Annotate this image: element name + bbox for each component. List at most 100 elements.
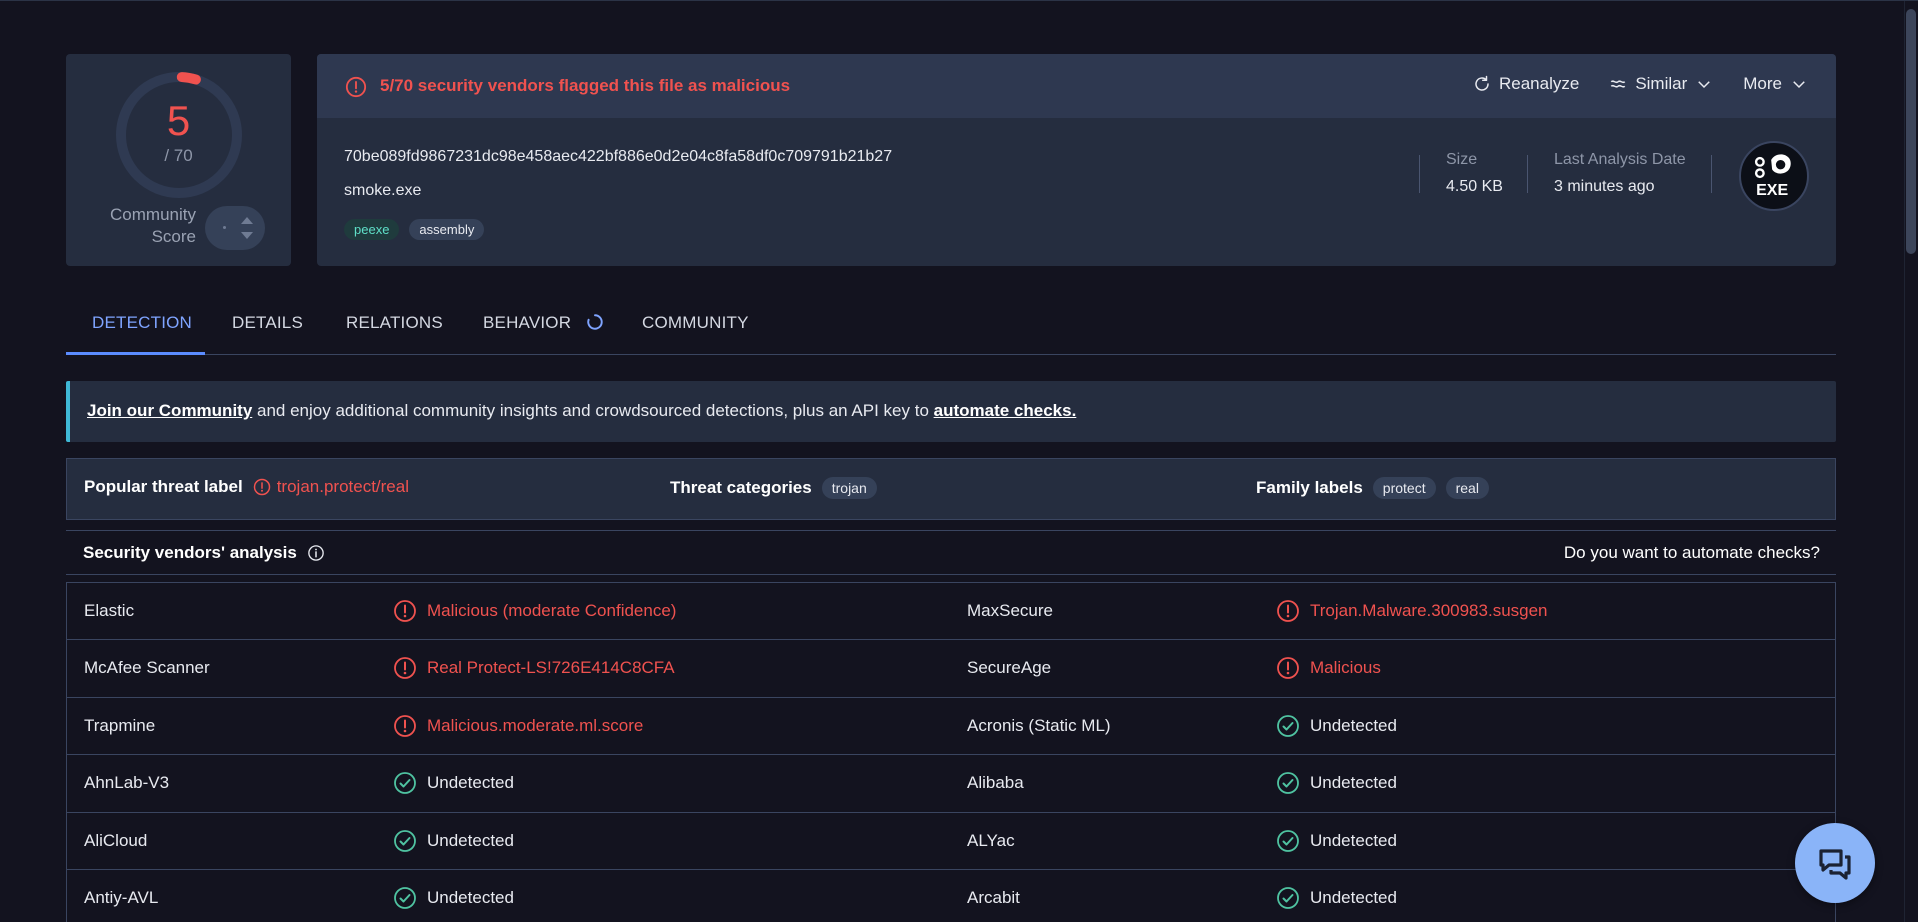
popular-threat-label: Popular threat label (84, 477, 243, 496)
vendor-result-text: Undetected (1310, 715, 1397, 735)
report-tabs: DETECTION DETAILS RELATIONS BEHAVIOR COM… (66, 301, 1836, 355)
alert-circle-icon (1277, 600, 1299, 622)
vendor-name: McAfee Scanner (84, 658, 210, 678)
detection-count: 5 (166, 97, 191, 144)
community-vote-control[interactable] (205, 206, 265, 250)
family-labels-label: Family labels (1256, 478, 1363, 497)
vendor-result-undetected: Undetected (1276, 771, 1397, 795)
vote-down-icon[interactable] (241, 232, 253, 239)
divider (1527, 155, 1528, 193)
alert-circle-icon (253, 478, 270, 496)
automate-checks-link[interactable]: automate checks. (934, 401, 1077, 420)
category-chip[interactable]: trojan (821, 477, 877, 499)
alert-circle-icon (345, 76, 367, 98)
vendor-result-undetected: Undetected (393, 829, 514, 853)
vendors-title: Security vendors' analysis (83, 543, 325, 563)
similar-icon (1611, 80, 1626, 88)
alert-message: 5/70 security vendors flagged this file … (380, 76, 791, 95)
family-chip[interactable]: protect (1372, 477, 1436, 499)
reanalyze-button[interactable]: Reanalyze (1473, 74, 1579, 94)
header-actions: Reanalyze Similar More (1473, 74, 1808, 94)
vendor-result-malicious: Trojan.Malware.300983.susgen (1276, 599, 1548, 623)
vendor-result-malicious: Malicious.moderate.ml.score (393, 714, 643, 738)
family-chip[interactable]: real (1445, 477, 1489, 499)
divider (1419, 155, 1420, 193)
join-community-link[interactable]: Join our Community (87, 401, 252, 420)
vendor-result-text: Malicious (1310, 658, 1381, 678)
vendor-result-undetected: Undetected (1276, 714, 1397, 738)
loading-spinner-icon (587, 314, 603, 330)
vote-up-icon[interactable] (241, 217, 253, 224)
vendor-name: Alibaba (967, 773, 1024, 793)
chevron-down-icon (1698, 81, 1711, 89)
vendor-name: Elastic (84, 601, 135, 620)
chevron-down-icon (1793, 81, 1805, 89)
check-circle-icon (394, 829, 416, 852)
vendor-row: Antiy-AVL Undetected Arcabit Undetected (67, 870, 1835, 922)
tab-behavior[interactable]: BEHAVIOR (483, 313, 604, 333)
vendor-result-text: Trojan.Malware.300983.susgen (1310, 601, 1548, 620)
file-summary-card: 5/70 security vendors flagged this file … (317, 54, 1836, 266)
size-label: Size (1446, 151, 1478, 168)
file-type-exe-icon: EXE (1739, 141, 1809, 211)
alert-header: 5/70 security vendors flagged this file … (317, 54, 1836, 118)
check-circle-icon (394, 887, 416, 909)
popular-threat-value[interactable]: trojan.protect/real (253, 477, 409, 497)
detection-score-card: 5 / 70 Community Score (66, 54, 291, 266)
threat-categories-group: Threat categories trojan (670, 477, 877, 499)
vendor-result-undetected: Undetected (1276, 886, 1397, 910)
vendor-name: AhnLab-V3 (84, 773, 170, 793)
vendors-header: Security vendors' analysis Do you want t… (66, 530, 1836, 575)
vendor-result-text: Undetected (1310, 830, 1397, 850)
vendor-row: Trapmine Malicious.moderate.ml.score Acron… (67, 698, 1835, 756)
scrollbar-thumb[interactable] (1906, 9, 1916, 254)
similar-dropdown[interactable]: Similar (1609, 74, 1713, 94)
tab-relations[interactable]: RELATIONS (346, 313, 443, 333)
info-icon[interactable] (307, 544, 325, 562)
last-analysis-label: Last Analysis Date (1554, 151, 1686, 168)
page-scrollbar[interactable] (1904, 1, 1918, 922)
refresh-icon (1475, 75, 1489, 91)
alert-circle-icon (1277, 657, 1299, 680)
file-hash[interactable]: 70be089fd9867231dc98e458aec422bf886e0d2e… (344, 148, 892, 166)
active-tab-indicator (66, 352, 205, 355)
vendor-row: Elastic Malicious (moderate Confidence) Ma… (67, 583, 1835, 641)
tab-community[interactable]: COMMUNITY (642, 313, 749, 333)
vote-value-icon (223, 226, 226, 229)
check-circle-icon (1277, 772, 1299, 795)
vendor-result-undetected: Undetected (1276, 829, 1397, 853)
vendor-name: Acronis (Static ML) (967, 715, 1111, 735)
vendor-name: Trapmine (84, 715, 156, 735)
tag-assembly[interactable]: assembly (409, 219, 485, 240)
threat-summary: Popular threat label trojan.protect/real… (66, 458, 1836, 520)
chat-icon (1819, 849, 1851, 880)
vendor-result-text: Real Protect-LS!726E414C8CFA (427, 658, 675, 678)
tab-detection[interactable]: DETECTION (92, 313, 192, 333)
vendor-result-malicious: Real Protect-LS!726E414C8CFA (393, 656, 675, 680)
vendor-result-text: Malicious.moderate.ml.score (427, 715, 644, 735)
community-banner: Join our Community and enjoy additional … (66, 381, 1836, 442)
popular-threat-group: Popular threat label trojan.protect/real (84, 477, 409, 497)
family-labels-group: Family labels protect real (1256, 477, 1489, 499)
banner-text: Join our Community and enjoy additional … (87, 401, 1077, 420)
vendor-result-text: Malicious (moderate Confidence) (427, 601, 677, 620)
tag-peexe[interactable]: peexe (344, 219, 400, 240)
automate-checks-link[interactable]: Do you want to automate checks? (1564, 543, 1820, 563)
file-tags: peexe assembly (344, 219, 485, 240)
vendor-result-undetected: Undetected (393, 771, 514, 795)
alert-circle-icon (394, 657, 416, 680)
more-dropdown[interactable]: More (1743, 74, 1808, 94)
vendor-name: MaxSecure (967, 601, 1053, 620)
tab-details[interactable]: DETAILS (232, 313, 303, 333)
community-score-label: Community Score (110, 205, 196, 246)
vendor-result-text: Undetected (427, 773, 514, 793)
check-circle-icon (1277, 829, 1299, 852)
check-circle-icon (1277, 714, 1299, 737)
vendor-name: Antiy-AVL (84, 887, 159, 907)
chat-button[interactable] (1795, 823, 1875, 903)
file-name: smoke.exe (344, 182, 422, 199)
vendor-result-malicious: Malicious (1276, 656, 1381, 680)
last-analysis-value: 3 minutes ago (1554, 178, 1655, 195)
alert-circle-icon (394, 600, 416, 622)
threat-categories-label: Threat categories (670, 478, 812, 497)
